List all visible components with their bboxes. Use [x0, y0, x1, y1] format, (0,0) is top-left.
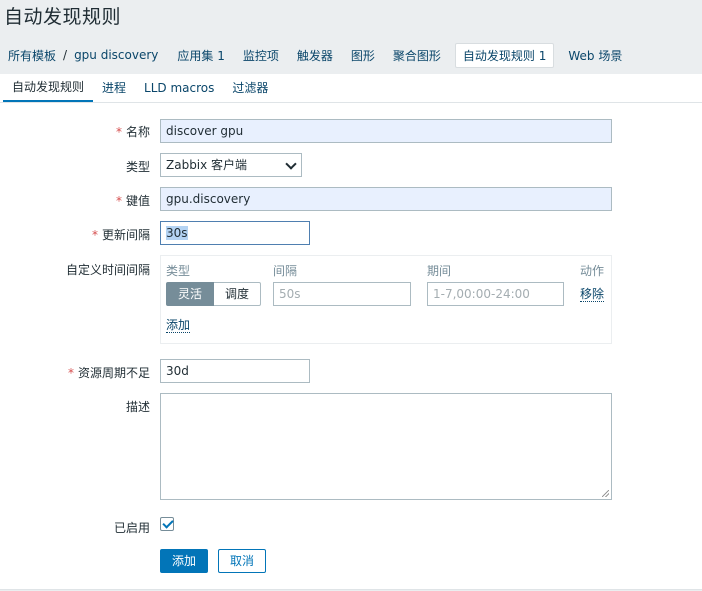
- nav-applications[interactable]: 应用集 1: [177, 47, 224, 64]
- form-panel: * 名称 discover gpu 类型 Zabbix 客户端 * 键值 gpu.d…: [0, 103, 702, 590]
- enabled-label: 已启用: [113, 521, 150, 535]
- enabled-checkbox[interactable]: [160, 517, 174, 531]
- col-header-period: 期间: [427, 264, 452, 278]
- required-marker: *: [91, 228, 98, 242]
- add-interval-link[interactable]: 添加: [166, 318, 191, 333]
- description-label: 描述: [125, 400, 150, 414]
- tab-discovery-rule[interactable]: 自动发现规则: [3, 74, 94, 102]
- mode-scheduling-button[interactable]: 调度: [214, 282, 262, 306]
- required-marker: *: [115, 194, 122, 208]
- name-input[interactable]: discover gpu: [160, 119, 612, 143]
- custom-intervals-table: 类型 间隔 期间 动作 灵活 调度 50s 1-7,00:00-24:00 移除…: [160, 255, 612, 344]
- col-header-action: 动作: [580, 264, 605, 278]
- type-select[interactable]: Zabbix 客户端: [160, 153, 302, 177]
- chevron-down-icon: [285, 158, 297, 170]
- breadcrumb-nav: 所有模板 / gpu discovery 应用集 1 监控项 触发器 图形 聚合…: [0, 40, 702, 70]
- nav-graphs[interactable]: 图形: [351, 47, 375, 64]
- mode-flexible-button[interactable]: 灵活: [166, 282, 215, 306]
- resize-handle-icon[interactable]: [602, 490, 609, 497]
- tab-lld-macros[interactable]: LLD macros: [135, 74, 223, 102]
- nav-screens[interactable]: 聚合图形: [393, 47, 441, 64]
- add-button[interactable]: 添加: [160, 549, 208, 573]
- nav-discovery-rules[interactable]: 自动发现规则 1: [454, 42, 555, 68]
- custom-interval-input[interactable]: 50s: [273, 282, 411, 306]
- update-interval-label: * 更新间隔: [91, 228, 150, 242]
- tab-process[interactable]: 进程: [93, 74, 135, 102]
- col-header-interval: 间隔: [273, 264, 298, 278]
- update-interval-input[interactable]: 30s: [160, 221, 310, 245]
- nav-web-scenarios[interactable]: Web 场景: [568, 47, 622, 64]
- keep-lost-input[interactable]: 30d: [160, 359, 310, 383]
- nav-triggers[interactable]: 触发器: [297, 47, 333, 64]
- breadcrumb-template[interactable]: gpu discovery: [74, 48, 158, 62]
- tab-filters[interactable]: 过滤器: [223, 74, 277, 102]
- cancel-button[interactable]: 取消: [218, 549, 266, 573]
- name-label: * 名称: [115, 125, 150, 139]
- breadcrumb-separator: /: [63, 48, 68, 62]
- type-select-value: Zabbix 客户端: [166, 158, 248, 172]
- checkmark-icon: [162, 517, 174, 529]
- type-label: 类型: [125, 160, 150, 174]
- nav-items[interactable]: 监控项: [243, 47, 279, 64]
- col-header-type: 类型: [166, 264, 191, 278]
- custom-intervals-label: 自定义时间间隔: [65, 263, 150, 277]
- custom-period-input[interactable]: 1-7,00:00-24:00: [427, 282, 564, 306]
- interval-type-toggle: 灵活 调度: [166, 282, 262, 306]
- key-label: * 键值: [115, 194, 150, 208]
- remove-interval-link[interactable]: 移除: [580, 287, 605, 302]
- form-tabs: 自动发现规则 进程 LLD macros 过滤器: [0, 74, 702, 103]
- page-title: 自动发现规则: [4, 6, 122, 28]
- breadcrumb-all-templates[interactable]: 所有模板: [8, 47, 56, 64]
- key-input[interactable]: gpu.discovery: [160, 187, 612, 211]
- required-marker: *: [115, 125, 122, 139]
- update-interval-value: 30s: [166, 226, 188, 240]
- required-marker: *: [67, 366, 74, 380]
- keep-lost-label: * 资源周期不足: [67, 366, 150, 380]
- description-textarea[interactable]: [160, 393, 612, 500]
